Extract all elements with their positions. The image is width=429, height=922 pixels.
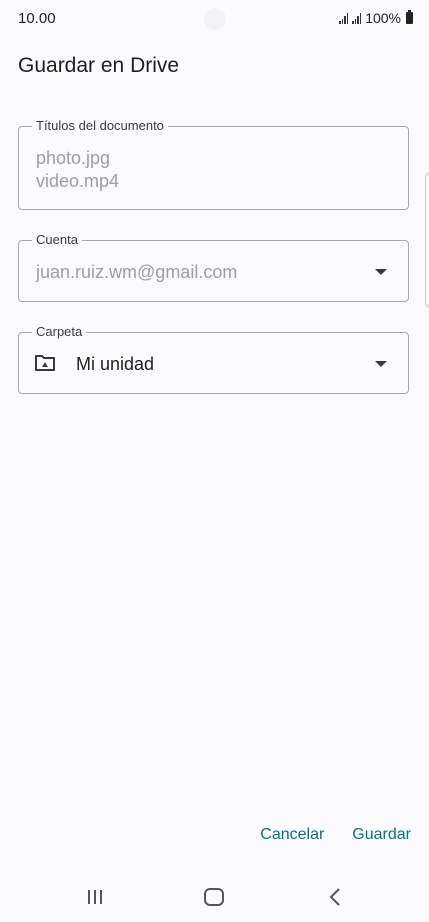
shared-drive-folder-icon — [34, 353, 56, 373]
recent-apps-button[interactable] — [80, 884, 110, 910]
front-camera — [204, 8, 226, 30]
folder-label: Carpeta — [32, 324, 87, 339]
folder-value: Mi unidad — [76, 354, 155, 374]
edge-panel-handle[interactable] — [425, 172, 429, 308]
recent-apps-icon — [88, 890, 102, 904]
battery-percentage: 100% — [365, 10, 401, 26]
signal-icon — [339, 12, 349, 24]
home-icon — [204, 888, 224, 906]
navigation-bar — [0, 872, 429, 922]
account-label: Cuenta — [32, 232, 82, 247]
folder-select[interactable]: Carpeta Mi unidad — [18, 324, 409, 394]
home-button[interactable] — [199, 884, 229, 910]
battery-icon — [406, 10, 413, 24]
back-button[interactable] — [320, 884, 350, 910]
dropdown-arrow-icon[interactable] — [375, 269, 387, 275]
back-icon — [329, 888, 340, 906]
page-title: Guardar en Drive — [18, 54, 180, 77]
account-select[interactable]: Cuenta juan.ruiz.wm@gmail.com — [18, 232, 409, 302]
document-title-item: video.mp4 — [36, 171, 120, 191]
document-title-item: photo.jpg — [36, 148, 111, 168]
status-bar: 10.00 100% — [0, 0, 429, 36]
dialog-actions: Cancelar Guardar — [260, 826, 411, 844]
save-button[interactable]: Guardar — [352, 826, 411, 844]
cancel-button[interactable]: Cancelar — [260, 826, 324, 844]
status-indicators: 100% — [339, 10, 413, 26]
signal-icon — [352, 12, 362, 24]
document-titles-field[interactable]: Títulos del documento photo.jpg video.mp… — [18, 118, 409, 210]
document-titles-label: Títulos del documento — [32, 118, 168, 133]
status-time: 10.00 — [18, 10, 56, 27]
account-value: juan.ruiz.wm@gmail.com — [36, 262, 238, 282]
dropdown-arrow-icon[interactable] — [375, 361, 387, 367]
